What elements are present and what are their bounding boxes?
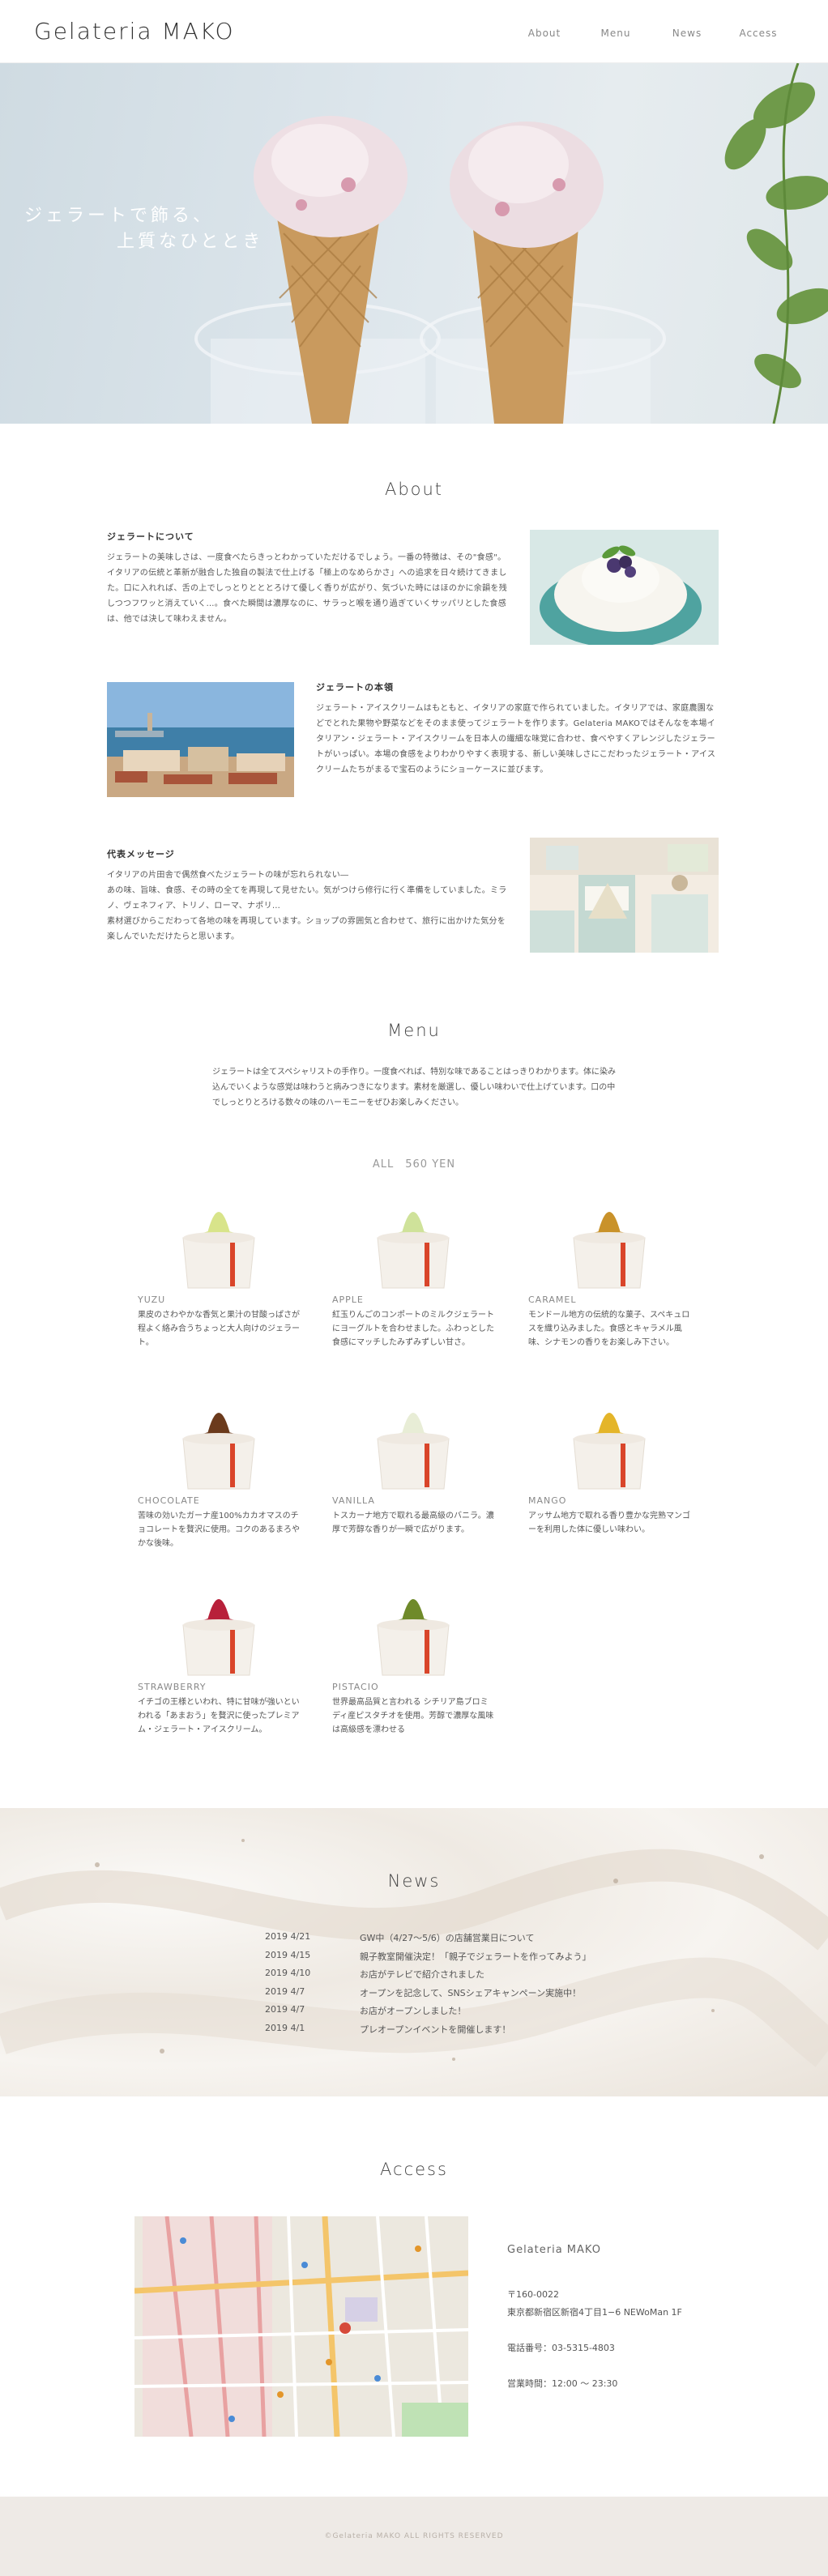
menu-item: CHOCOLATE 苦味の効いたガーナ産100%カカオマスのチョコレートを贅沢に使… bbox=[138, 1388, 300, 1550]
about-heading: 代表メッセージ bbox=[107, 849, 175, 859]
news-title: News bbox=[387, 1871, 441, 1891]
site-header: Gelateria MAKO About Menu News Access bbox=[0, 0, 828, 63]
news-headline[interactable]: オープンを記念して、SNSシェアキャンペーン実施中！ bbox=[360, 1986, 581, 1999]
menu-item: VANILLA トスカーナ地方で取れる最高級のバニラ。濃厚で芳醇な香りが一瞬で広が… bbox=[332, 1388, 494, 1537]
hero-section: ジェラートで飾る、 上質なひととき bbox=[0, 63, 828, 424]
news-date: 2019 4/21 bbox=[265, 1931, 311, 1942]
gelato-cup-image bbox=[377, 1212, 450, 1289]
menu-item-name: STRAWBERRY bbox=[138, 1682, 207, 1692]
menu-title: Menu bbox=[387, 1021, 441, 1040]
about-title: About bbox=[384, 480, 444, 499]
menu-item-name: CHOCOLATE bbox=[138, 1495, 200, 1506]
page: Gelateria MAKO About Menu News Access ジェ… bbox=[0, 0, 828, 2576]
menu-item: PISTACIO 世界最高品質と言われる シチリア島ブロミディ産ピスタチオを使用。… bbox=[332, 1575, 494, 1737]
menu-item-description: 苦味の効いたガーナ産100%カカオマスのチョコレートを贅沢に使用。コクのあるまろ… bbox=[138, 1512, 300, 1548]
menu-item-description: モンドール地方の伝統的な菓子、スペキュロスを織り込みました。食感とキャラメル風味… bbox=[528, 1311, 690, 1347]
access-shop-name: Gelateria MAKO bbox=[507, 2244, 601, 2256]
news-date: 2019 4/7 bbox=[265, 1985, 305, 1997]
menu-item-description: 紅玉りんごのコンポートのミルクジェラートにヨーグルトを合わせました。ふわっとした… bbox=[332, 1311, 494, 1347]
about-block-2: ジェラートの本領 ジェラート・アイスクリームはもともと、イタリアの家庭で作られて… bbox=[316, 680, 719, 778]
shop-interior-image bbox=[530, 838, 719, 953]
access-map[interactable] bbox=[134, 2216, 468, 2437]
access-title: Access bbox=[380, 2160, 448, 2179]
menu-item-description: トスカーナ地方で取れる最高級のバニラ。濃厚で芳醇な香りが一瞬で広がります。 bbox=[332, 1512, 494, 1534]
nav-access-link[interactable]: Access bbox=[723, 28, 794, 39]
menu-item: APPLE 紅玉りんごのコンポートのミルクジェラートにヨーグルトを合わせました。ふ… bbox=[332, 1188, 494, 1350]
menu-item: MANGO アッサム地方で取れる香り豊かな完熟マンゴーを利用した体に優しい味わい。 bbox=[528, 1388, 690, 1537]
menu-intro: ジェラートは全てスペシャリストの手作り。一度食べれば、特別な味であることはっきり… bbox=[212, 1068, 616, 1107]
menu-item-name: VANILLA bbox=[332, 1495, 375, 1506]
menu-item-name: PISTACIO bbox=[332, 1682, 379, 1692]
site-logo[interactable]: Gelateria MAKO bbox=[34, 18, 235, 45]
access-address: 東京都新宿区新宿4丁目1−6 NEWoMan 1F bbox=[507, 2307, 682, 2318]
hero-copy-line2: 上質なひととき bbox=[117, 232, 264, 252]
gelato-cup-image bbox=[377, 1413, 450, 1490]
site-footer: ©Gelateria MAKO ALL RIGHTS RESERVED bbox=[0, 2497, 828, 2576]
menu-item-name: YUZU bbox=[138, 1294, 166, 1305]
about-text: イタリアの片田舎で偶然食べたジェラートの味が忘れられない― あの味、旨味、食感、… bbox=[107, 871, 507, 941]
venice-image bbox=[107, 682, 294, 797]
about-heading: ジェラートについて bbox=[107, 531, 194, 542]
gelato-cup-image bbox=[377, 1599, 450, 1676]
news-date: 2019 4/10 bbox=[265, 1968, 311, 1979]
menu-item-description: アッサム地方で取れる香り豊かな完熟マンゴーを利用した体に優しい味わい。 bbox=[528, 1512, 690, 1534]
menu-item: CARAMEL モンドール地方の伝統的な菓子、スペキュロスを織り込みました。食感と… bbox=[528, 1188, 690, 1350]
menu-item: YUZU 果皮のさわやかな香気と果汁の甘酸っぱさが程よく絡み合うちょっと大人向けの… bbox=[138, 1188, 300, 1350]
nav-menu-link[interactable]: Menu bbox=[580, 28, 651, 39]
news-date: 2019 4/1 bbox=[265, 2023, 305, 2033]
news-headline[interactable]: お店がオープンしました！ bbox=[360, 2004, 466, 2017]
gelato-bowl-image bbox=[530, 530, 719, 645]
copyright-text: ©Gelateria MAKO ALL RIGHTS RESERVED bbox=[324, 2532, 504, 2540]
nav-news-link[interactable]: News bbox=[651, 28, 723, 39]
about-heading: ジェラートの本領 bbox=[316, 682, 394, 693]
about-text: ジェラートの美味しさは、一度食べたらきっとわかっていただけるでしょう。一番の特徴… bbox=[107, 553, 507, 624]
hero-copy-line1: ジェラートで飾る、 bbox=[24, 206, 215, 226]
news-date: 2019 4/15 bbox=[265, 1949, 311, 1960]
news-date: 2019 4/7 bbox=[265, 2004, 305, 2015]
gelato-cup-image bbox=[182, 1212, 255, 1289]
menu-item-description: イチゴの王様といわれ、特に甘味が強いといわれる「あまおう」を贅沢に使ったプレミア… bbox=[138, 1698, 300, 1734]
menu-item-name: CARAMEL bbox=[528, 1294, 577, 1305]
gelato-cup-image bbox=[182, 1413, 255, 1490]
menu-item-name: MANGO bbox=[528, 1495, 567, 1506]
access-hours: 営業時間：12:00 〜 23:30 bbox=[507, 2378, 618, 2389]
news-headline[interactable]: プレオープンイベントを開催します！ bbox=[360, 2023, 510, 2036]
gelato-cup-image bbox=[182, 1599, 255, 1676]
news-headline[interactable]: GW中（4/27〜5/6）の店舗営業日について bbox=[360, 1931, 534, 1944]
access-zip: 〒160-0022 bbox=[507, 2289, 559, 2300]
access-tel[interactable]: 電話番号：03-5315-4803 bbox=[507, 2341, 615, 2354]
menu-item: STRAWBERRY イチゴの王様といわれ、特に甘味が強いといわれる「あまおう」を… bbox=[138, 1575, 300, 1737]
gelato-cup-image bbox=[573, 1413, 646, 1490]
about-block-3: 代表メッセージ イタリアの片田舎で偶然食べたジェラートの味が忘れられない― あの… bbox=[107, 847, 512, 945]
menu-item-name: APPLE bbox=[332, 1294, 364, 1305]
about-block-1: ジェラートについて ジェラートの美味しさは、一度食べたらきっとわかっていただける… bbox=[107, 530, 512, 627]
gelato-cup-image bbox=[573, 1212, 646, 1289]
about-text: ジェラート・アイスクリームはもともと、イタリアの家庭で作られていました。イタリア… bbox=[316, 704, 716, 774]
menu-item-description: 世界最高品質と言われる シチリア島ブロミディ産ピスタチオを使用。芳醇で濃厚な風味… bbox=[332, 1698, 494, 1734]
menu-price: ALL 560 YEN bbox=[372, 1158, 456, 1171]
nav-about-link[interactable]: About bbox=[509, 28, 580, 39]
news-headline[interactable]: 親子教室開催決定！「親子でジェラートを作ってみよう」 bbox=[360, 1950, 591, 1963]
news-headline[interactable]: お店がテレビで紹介されました bbox=[360, 1968, 484, 1981]
menu-item-description: 果皮のさわやかな香気と果汁の甘酸っぱさが程よく絡み合うちょっと大人向けのジェラー… bbox=[138, 1311, 300, 1347]
global-nav: About Menu News Access bbox=[509, 28, 794, 39]
